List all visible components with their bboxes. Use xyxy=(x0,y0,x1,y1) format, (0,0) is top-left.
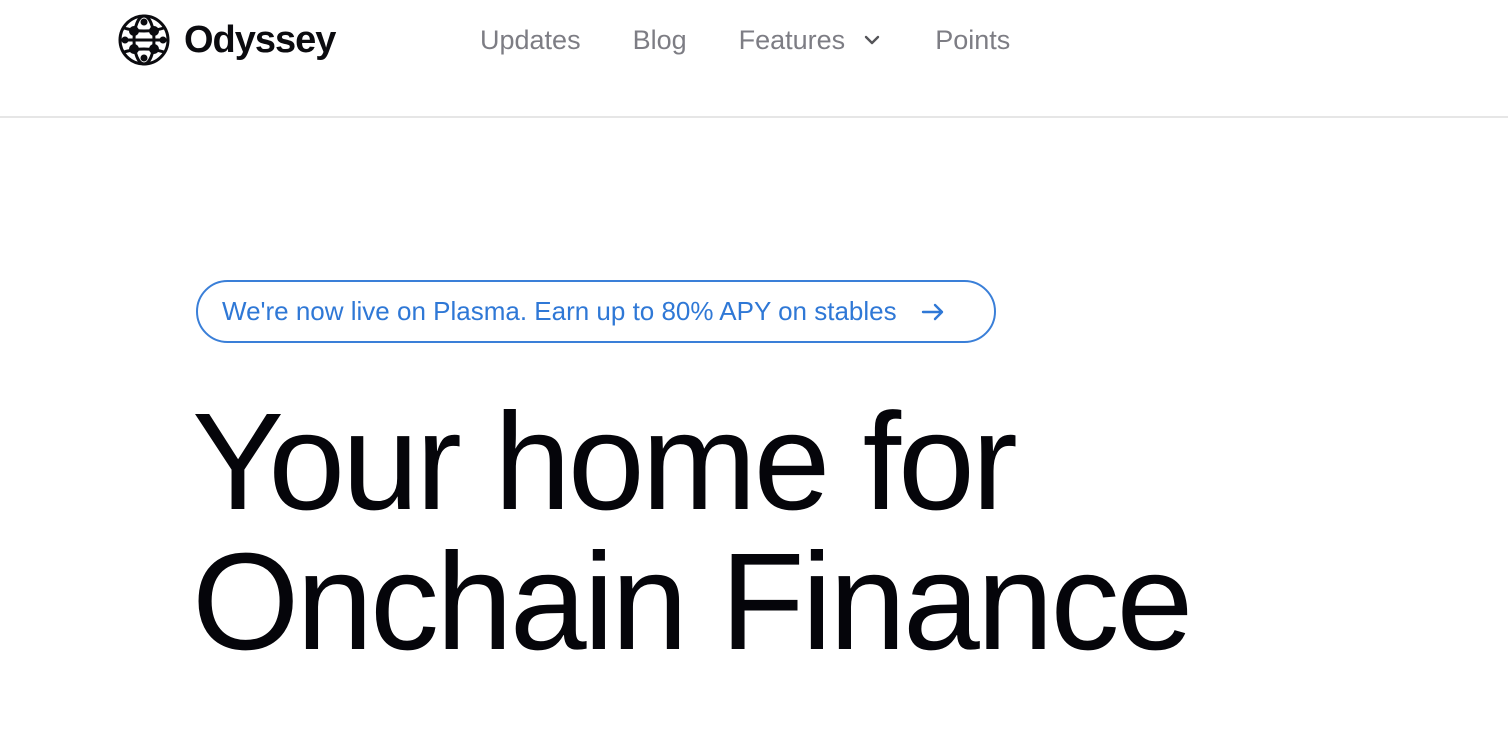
nav-item-features[interactable]: Features xyxy=(739,25,884,56)
nav-item-points[interactable]: Points xyxy=(935,25,1010,56)
site-header: Odyssey Updates Blog Features Points xyxy=(0,0,1508,118)
arrow-right-icon xyxy=(921,303,943,320)
main-nav: Updates Blog Features Points xyxy=(480,18,1010,62)
hero-line-2: Onchain Finance xyxy=(192,525,1193,679)
chevron-down-icon xyxy=(864,35,880,45)
nav-item-blog[interactable]: Blog xyxy=(633,25,687,56)
announcement-text: We're now live on Plasma. Earn up to 80%… xyxy=(222,296,897,326)
nav-item-updates[interactable]: Updates xyxy=(480,25,581,56)
nav-item-features-label: Features xyxy=(738,24,846,55)
brand-name: Odyssey xyxy=(184,18,336,61)
hero-line-1: Your home for xyxy=(192,385,1018,539)
announcement-banner[interactable]: We're now live on Plasma. Earn up to 80%… xyxy=(196,280,996,343)
globe-grid-icon xyxy=(118,14,170,66)
hero-heading: Your home for Onchain Finance xyxy=(192,385,1193,679)
logo-link[interactable]: Odyssey xyxy=(118,14,336,66)
